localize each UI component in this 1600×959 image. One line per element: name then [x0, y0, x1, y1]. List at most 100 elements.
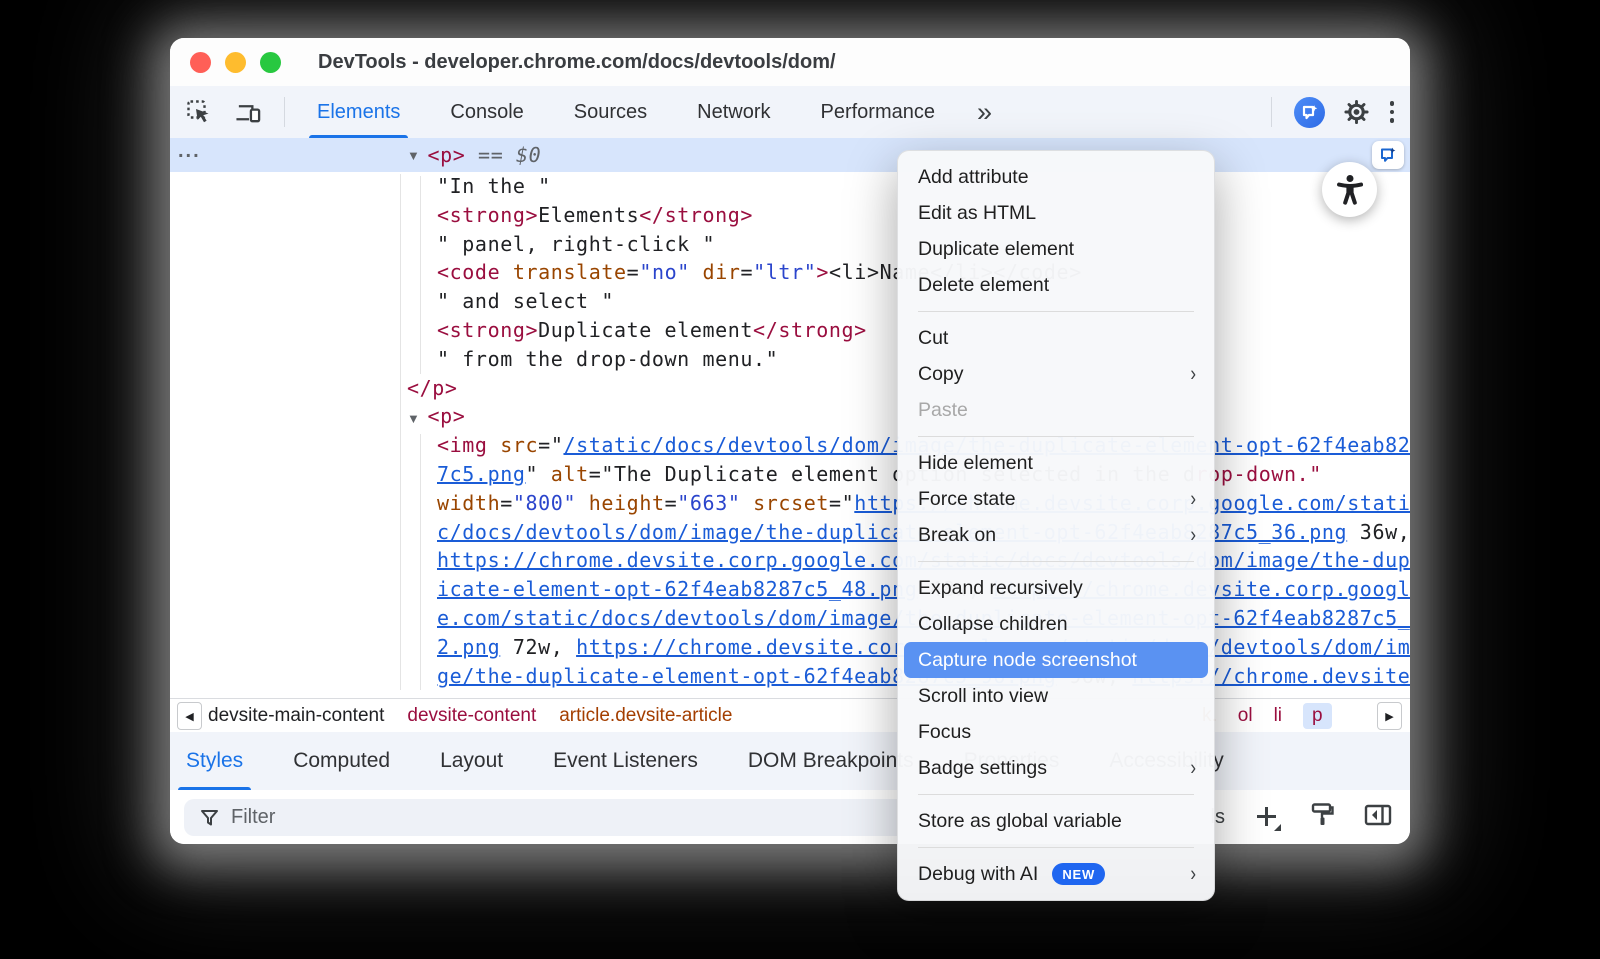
expand-twisty-icon[interactable]: ▼ — [407, 411, 420, 426]
context-menu-item-capture-node-screenshot[interactable]: Capture node screenshot — [904, 642, 1208, 678]
dom-tree-line[interactable]: ▼<p> — [170, 402, 1410, 431]
menu-item-label: Focus — [918, 721, 971, 744]
dom-tree-line[interactable]: <code translate="no" dir="ltr"><li>Name<… — [170, 258, 1410, 287]
menu-item-label: Capture node screenshot — [918, 649, 1137, 672]
breadcrumb-item[interactable]: li — [1274, 705, 1282, 727]
more-options-kebab-icon[interactable] — [1388, 99, 1397, 125]
dom-tree-line[interactable]: " panel, right-click " — [170, 230, 1410, 259]
sidebar-tab-dom-breakpoints[interactable]: DOM Breakpoints — [748, 732, 914, 790]
context-menu-item-break-on[interactable]: Break on› — [904, 517, 1208, 553]
context-menu-item-add-attribute[interactable]: Add attribute — [904, 159, 1208, 195]
inspect-element-icon[interactable] — [186, 99, 213, 126]
breadcrumb-item[interactable]: p — [1303, 703, 1332, 729]
sidebar-tab-styles[interactable]: Styles — [186, 732, 243, 790]
dom-tree-line[interactable]: 7c5.png" alt="The Duplicate element opti… — [170, 460, 1410, 489]
code-token: <strong> — [437, 318, 538, 342]
context-menu-item-expand-recursively[interactable]: Expand recursively — [904, 570, 1208, 606]
context-menu-item-force-state[interactable]: Force state› — [904, 481, 1208, 517]
tab-network[interactable]: Network — [695, 86, 772, 138]
toolbar-divider — [1271, 97, 1272, 127]
ai-assistance-icon[interactable] — [1294, 97, 1325, 128]
breadcrumb-scroll-right-button[interactable]: ▶ — [1377, 702, 1402, 730]
menu-item-label: Collapse children — [918, 613, 1068, 636]
breadcrumb-scroll-left-button[interactable]: ◀ — [177, 702, 202, 730]
breadcrumb-item[interactable]: article.devsite-article — [559, 705, 732, 727]
code-token: = — [665, 491, 678, 515]
dom-tree-line[interactable]: <strong>Elements</strong> — [170, 201, 1410, 230]
device-toolbar-icon[interactable] — [235, 99, 262, 126]
context-menu-item-store-as-global-variable[interactable]: Store as global variable — [904, 803, 1208, 839]
code-token: Duplicate element — [538, 318, 753, 342]
dom-tree-line[interactable]: https://chrome.devsite.corp.google.com/s… — [170, 546, 1410, 575]
accessibility-overlay-button[interactable] — [1322, 162, 1377, 217]
context-menu-item-copy[interactable]: Copy› — [904, 356, 1208, 392]
menu-separator — [918, 794, 1194, 795]
context-menu-item-paste: Paste — [904, 392, 1208, 428]
more-tabs-chevron-icon[interactable]: » — [977, 97, 990, 128]
context-menu-item-edit-as-html[interactable]: Edit as HTML — [904, 195, 1208, 231]
code-token: " panel, right-click " — [437, 232, 715, 256]
breadcrumb-item[interactable]: devsite-main-content — [208, 705, 384, 727]
tab-elements[interactable]: Elements — [315, 86, 402, 138]
devtools-toolbar: Elements Console Sources Network Performance… — [170, 86, 1410, 138]
new-badge: NEW — [1052, 863, 1105, 885]
dom-tree-line[interactable]: 2.png 72w, https://chrome.devsite.corp.g… — [170, 633, 1410, 662]
zoom-window-button[interactable] — [260, 52, 281, 73]
dom-tree-line[interactable]: <strong>Duplicate element</strong> — [170, 316, 1410, 345]
dom-tree-line[interactable]: c/docs/devtools/dom/image/the-duplicate-… — [170, 518, 1410, 547]
dom-tree-line[interactable]: " and select " — [170, 287, 1410, 316]
context-menu-item-delete-element[interactable]: Delete element — [904, 267, 1208, 303]
code-token — [740, 491, 753, 515]
minimize-window-button[interactable] — [225, 52, 246, 73]
devtools-window: DevTools - developer.chrome.com/docs/dev… — [170, 38, 1410, 844]
dom-tree-line[interactable]: <img src="/static/docs/devtools/dom/imag… — [170, 431, 1410, 460]
tab-performance[interactable]: Performance — [819, 86, 938, 138]
context-menu-item-collapse-children[interactable]: Collapse children — [904, 606, 1208, 642]
desktop-background: DevTools - developer.chrome.com/docs/dev… — [0, 0, 1600, 959]
code-token: height — [589, 491, 665, 515]
sidebar-tab-event-listeners[interactable]: Event Listeners — [553, 732, 698, 790]
new-style-rule-button[interactable] — [1253, 803, 1281, 831]
submenu-chevron-icon: › — [1190, 756, 1196, 781]
code-token: icate-element-opt-62f4eab8287c5_48.png — [437, 577, 917, 601]
close-window-button[interactable] — [190, 52, 211, 73]
code-token: =" — [538, 433, 563, 457]
menu-separator — [918, 436, 1194, 437]
dom-tree-line[interactable]: " from the drop-down menu." — [170, 345, 1410, 374]
context-menu-item-cut[interactable]: Cut — [904, 320, 1208, 356]
code-token — [488, 433, 501, 457]
code-token: alt — [551, 462, 589, 486]
dom-tree-line[interactable]: e.com/static/docs/devtools/dom/image/the… — [170, 604, 1410, 633]
code-token: <img — [437, 433, 488, 457]
context-menu-item-focus[interactable]: Focus — [904, 714, 1208, 750]
context-menu-item-duplicate-element[interactable]: Duplicate element — [904, 231, 1208, 267]
context-menu-item-hide-element[interactable]: Hide element — [904, 445, 1208, 481]
node-overflow-dots[interactable]: ... — [178, 140, 201, 163]
context-menu-item-badge-settings[interactable]: Badge settings› — [904, 750, 1208, 786]
dom-tree-line[interactable]: "In the " — [170, 172, 1410, 201]
rendering-emulation-brush-icon[interactable] — [1309, 801, 1336, 833]
code-token: " and select " — [437, 289, 614, 313]
ai-hint-chip[interactable] — [1372, 141, 1404, 169]
menu-item-label: Edit as HTML — [918, 202, 1036, 225]
breadcrumb-item[interactable]: ol — [1238, 705, 1253, 727]
breadcrumb-item[interactable]: devsite-content — [407, 705, 536, 727]
toolbar-divider — [284, 97, 285, 127]
settings-gear-icon[interactable] — [1343, 99, 1370, 126]
dom-tree-line[interactable]: icate-element-opt-62f4eab8287c5_48.png 4… — [170, 575, 1410, 604]
dom-tree-line[interactable]: ge/the-duplicate-element-opt-62f4eab8287… — [170, 662, 1410, 691]
dom-tree-line[interactable]: </p> — [170, 374, 1410, 403]
tab-sources[interactable]: Sources — [572, 86, 649, 138]
menu-item-label: Force state — [918, 488, 1016, 511]
code-token: </strong> — [639, 203, 753, 227]
selected-dom-node-row[interactable]: ... ▼ <p> == $0 — [170, 138, 1410, 172]
sidebar-tab-layout[interactable]: Layout — [440, 732, 503, 790]
tab-console[interactable]: Console — [448, 86, 525, 138]
dom-tree-line[interactable]: width="800" height="663" srcset="https:/… — [170, 489, 1410, 518]
context-menu-item-scroll-into-view[interactable]: Scroll into view — [904, 678, 1208, 714]
code-token: 36w, — [1347, 520, 1410, 544]
expand-twisty-icon[interactable]: ▼ — [407, 148, 420, 163]
context-menu-item-debug-with-ai[interactable]: Debug with AINEW› — [904, 856, 1208, 892]
sidebar-tab-computed[interactable]: Computed — [293, 732, 390, 790]
toggle-sidebar-panel-icon[interactable] — [1364, 803, 1392, 832]
